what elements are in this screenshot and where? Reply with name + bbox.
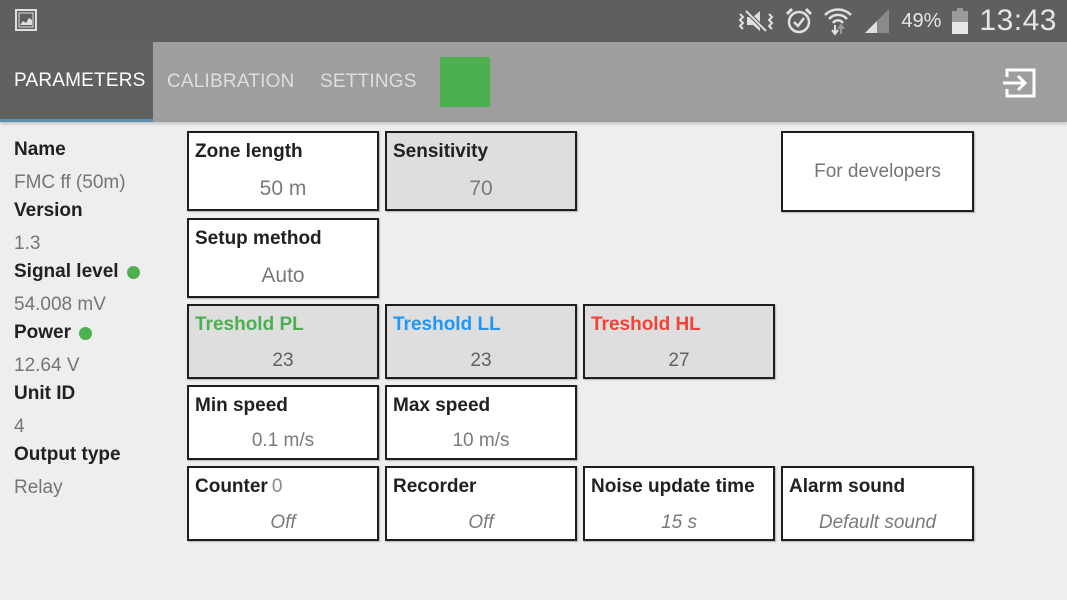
exit-button[interactable] [1000,64,1040,102]
noise-update-time-title: Noise update time [591,476,755,497]
alarm-sound-value: Default sound [818,512,937,533]
output-type-label: Output type [14,444,121,465]
version-value: 1.3 [14,233,41,254]
power-label-row: Power [14,319,179,347]
tab-settings[interactable]: SETTINGS [320,42,417,122]
exit-to-app-icon [1003,68,1036,98]
counter-title: Counter [195,476,268,497]
connection-status-indicator[interactable] [440,57,490,107]
zone-length-card[interactable]: Zone length 50 m [187,131,379,211]
alarm-sound-card[interactable]: Alarm sound Default sound [781,466,974,541]
version-label: Version [14,200,83,221]
device-info-panel: Name FMC ff (50m) Version 1.3 Signal lev… [14,136,179,502]
tab-bar: PARAMETERS CALIBRATION SETTINGS [0,42,1067,122]
gallery-icon [15,9,37,31]
for-developers-button[interactable]: For developers [781,131,974,212]
treshold-ll-title: Treshold LL [393,314,501,335]
treshold-pl-value: 23 [272,350,294,371]
max-speed-value: 10 m/s [452,430,510,451]
setup-method-value: Auto [261,264,305,287]
recorder-title: Recorder [393,476,477,497]
min-speed-card[interactable]: Min speed 0.1 m/s [187,385,379,460]
recorder-value: Off [468,512,494,533]
output-type-value: Relay [14,477,63,498]
zone-length-value: 50 m [259,177,307,200]
noise-update-time-card[interactable]: Noise update time 15 s [583,466,775,541]
name-value: FMC ff (50m) [14,172,126,193]
setup-method-title: Setup method [195,228,322,249]
counter-title-row: Counter 0 [195,476,282,498]
zone-length-title: Zone length [195,141,303,162]
mute-vibrate-icon [738,9,774,33]
unit-id-value: 4 [14,416,25,437]
battery-percent: 49% [901,9,942,32]
setup-method-card[interactable]: Setup method Auto [187,218,379,298]
max-speed-title: Max speed [393,395,491,416]
treshold-hl-card[interactable]: Treshold HL 27 [583,304,775,379]
signal-level-label-row: Signal level [14,258,179,286]
signal-icon [865,9,890,33]
tab-parameters[interactable]: PARAMETERS [0,42,153,122]
tab-calibration[interactable]: CALIBRATION [167,42,294,122]
signal-status-dot [126,265,140,279]
treshold-hl-value: 27 [668,350,690,371]
counter-card[interactable]: Counter 0 Off [187,466,379,541]
min-speed-title: Min speed [195,395,288,416]
unit-id-label: Unit ID [14,383,76,404]
power-status-dot [79,326,93,340]
signal-level-value: 54.008 mV [14,294,106,315]
power-value: 12.64 V [14,355,80,376]
alarm-sound-title: Alarm sound [789,476,906,497]
sensitivity-value: 70 [469,177,493,200]
max-speed-card[interactable]: Max speed 10 m/s [385,385,577,460]
recorder-card[interactable]: Recorder Off [385,466,577,541]
noise-update-time-value: 15 s [661,512,697,533]
treshold-ll-card[interactable]: Treshold LL 23 [385,304,577,379]
sensitivity-title: Sensitivity [393,141,489,162]
sensitivity-card[interactable]: Sensitivity 70 [385,131,577,211]
treshold-hl-title: Treshold HL [591,314,701,335]
wifi-icon [824,8,853,36]
treshold-ll-value: 23 [470,350,492,371]
signal-level-label: Signal level [14,261,119,282]
battery-icon [952,8,969,34]
clock: 13:43 [979,4,1057,37]
name-label: Name [14,139,66,160]
status-bar: 49% 13:43 [0,0,1067,42]
treshold-pl-card[interactable]: Treshold PL 23 [187,304,379,379]
alarm-icon [786,7,813,34]
treshold-pl-title: Treshold PL [195,314,304,335]
min-speed-value: 0.1 m/s [251,430,315,451]
counter-count: 0 [271,476,283,497]
power-label: Power [14,322,72,343]
counter-value: Off [270,512,296,533]
